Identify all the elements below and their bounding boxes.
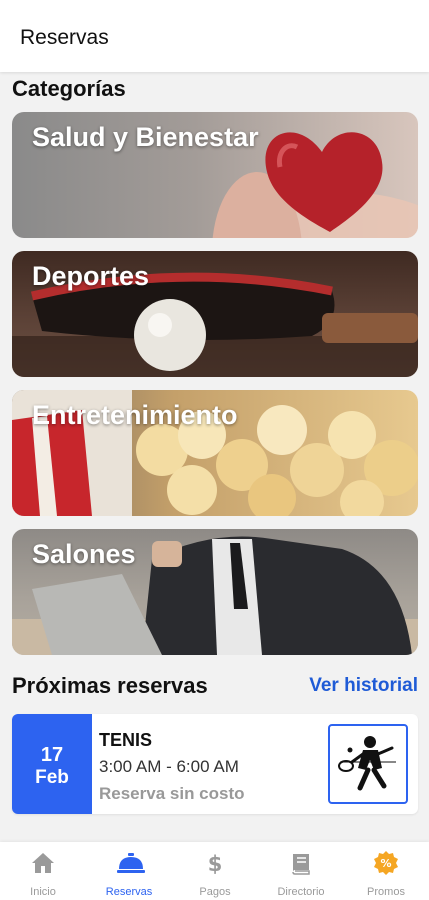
svg-text:$: $ xyxy=(208,852,223,876)
nav-label: Directorio xyxy=(277,886,325,898)
dollar-icon: $ xyxy=(208,852,223,876)
reservation-month: Feb xyxy=(35,767,69,788)
reservation-time: 3:00 AM - 6:00 AM xyxy=(99,757,239,776)
nav-label: Pagos xyxy=(199,886,231,898)
upcoming-header: Próximas reservas Ver historial xyxy=(12,673,418,703)
nav-item-directorio[interactable]: Directorio xyxy=(258,842,344,900)
category-label: Salud y Bienestar xyxy=(32,122,259,152)
nav-label: Promos xyxy=(367,886,405,898)
svg-text:%: % xyxy=(380,857,391,870)
nav-item-promos[interactable]: % Promos xyxy=(343,842,429,900)
category-card-salud-y-bienestar[interactable]: Salud y Bienestar xyxy=(12,112,418,238)
page-title: Reservas xyxy=(20,26,109,49)
categories-heading: Categorías xyxy=(12,76,126,101)
nav-item-reservas[interactable]: Reservas xyxy=(86,842,172,900)
book-icon xyxy=(292,854,310,875)
app-bar: Reservas xyxy=(0,0,429,72)
nav-label: Reservas xyxy=(105,886,153,898)
category-label: Deportes xyxy=(32,261,150,291)
reservation-card[interactable]: 17 Feb TENIS 3:00 AM - 6:00 AM Reserva s… xyxy=(12,714,418,814)
category-card-deportes[interactable]: Deportes xyxy=(12,251,418,377)
history-link[interactable]: Ver historial xyxy=(309,675,418,697)
reservation-name: TENIS xyxy=(99,730,153,750)
reservation-day: 17 xyxy=(40,744,64,766)
reservation-cost: Reserva sin costo xyxy=(99,784,245,803)
bottom-nav: Inicio Reservas $ Pagos Directorio % Pro… xyxy=(0,842,429,900)
home-icon xyxy=(32,853,54,873)
category-card-salones[interactable]: Salones xyxy=(12,529,418,655)
nav-item-inicio[interactable]: Inicio xyxy=(0,842,86,900)
category-label: Entretenimiento xyxy=(32,400,238,430)
category-card-entretenimiento[interactable]: Entretenimiento xyxy=(12,390,418,516)
nav-item-pagos[interactable]: $ Pagos xyxy=(172,842,258,900)
upcoming-heading: Próximas reservas xyxy=(12,673,208,698)
tennis-player-icon xyxy=(328,724,408,804)
nav-label: Inicio xyxy=(30,886,56,898)
reservation-date: 17 Feb xyxy=(12,714,92,814)
promo-badge-icon: % xyxy=(374,851,398,875)
service-bell-icon xyxy=(117,853,145,873)
category-label: Salones xyxy=(32,539,136,569)
